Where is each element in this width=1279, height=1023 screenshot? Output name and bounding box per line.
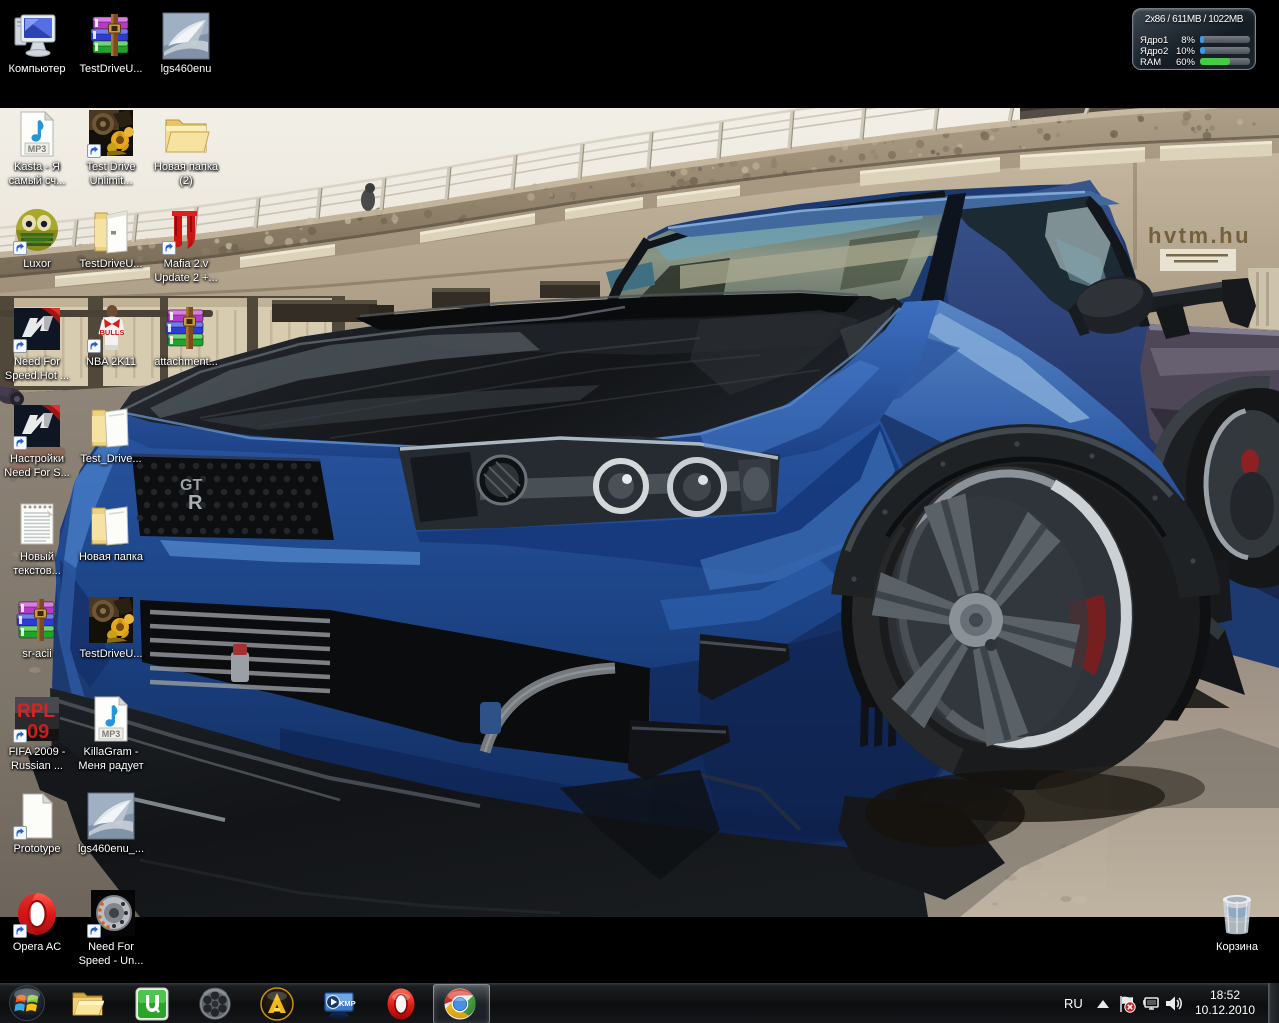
svg-text:KMP: KMP (339, 999, 356, 1008)
svg-text:MP3: MP3 (102, 729, 121, 739)
svg-text:hvtm.hu: hvtm.hu (1148, 223, 1251, 248)
svg-text:BULLS: BULLS (100, 328, 125, 337)
svg-text:RPL: RPL (17, 701, 55, 722)
svg-text:R: R (188, 492, 203, 514)
svg-text:09: 09 (27, 721, 49, 743)
svg-text:MP3: MP3 (28, 144, 47, 154)
